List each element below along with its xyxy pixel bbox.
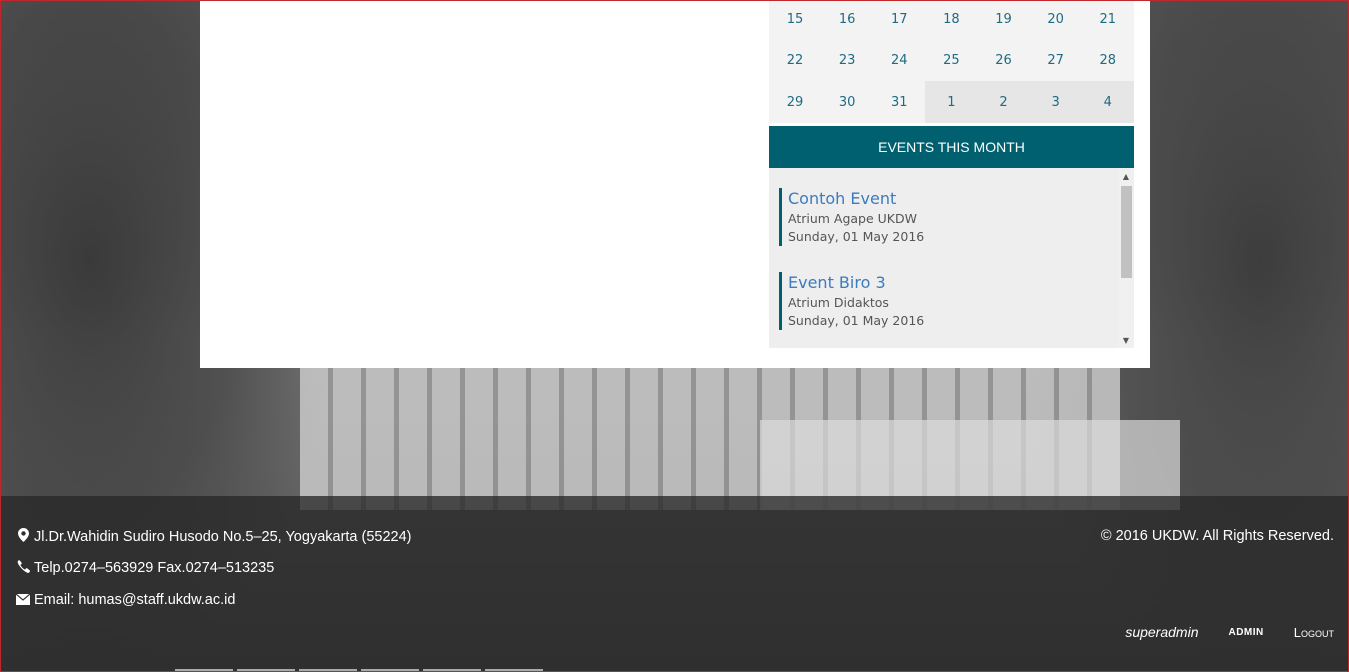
- calendar-day-next-month[interactable]: 3: [1029, 81, 1082, 123]
- event-item[interactable]: Event Biro 3 Atrium Didaktos Sunday, 01 …: [779, 272, 1118, 330]
- admin-role-badge: ADMIN: [1228, 626, 1264, 638]
- admin-username[interactable]: superadmin: [1125, 624, 1198, 640]
- calendar-day[interactable]: 31: [873, 81, 925, 123]
- calendar-day[interactable]: 22: [769, 39, 821, 81]
- calendar-day-next-month[interactable]: 2: [977, 81, 1030, 123]
- envelope-icon: [15, 593, 31, 608]
- calendar-day[interactable]: 16: [821, 0, 873, 39]
- calendar-day[interactable]: 26: [978, 39, 1030, 81]
- map-marker-icon: [16, 528, 30, 545]
- calendar-day[interactable]: 30: [821, 81, 873, 123]
- calendar-day-next-month[interactable]: 4: [1081, 81, 1134, 123]
- calendar-day[interactable]: 19: [978, 0, 1030, 39]
- calendar-week: 22 23 24 25 26 27 28: [769, 39, 1134, 81]
- event-item[interactable]: Contoh Event Atrium Agape UKDW Sunday, 0…: [779, 188, 1118, 246]
- phone-icon: [16, 560, 30, 576]
- event-title-link[interactable]: Contoh Event: [788, 188, 1118, 210]
- calendar-day[interactable]: 15: [769, 0, 821, 39]
- events-this-month-header: EVENTS THIS MONTH: [769, 126, 1134, 168]
- calendar-day[interactable]: 28: [1082, 39, 1134, 81]
- events-scrollbar[interactable]: ▲ ▼: [1118, 168, 1134, 348]
- calendar-week: 15 16 17 18 19 20 21: [769, 0, 1134, 39]
- footer-email-text[interactable]: Email: humas@staff.ukdw.ac.id: [34, 592, 235, 608]
- footer-address-text: Jl.Dr.Wahidin Sudiro Husodo No.5–25, Yog…: [34, 528, 412, 545]
- event-date: Sunday, 01 May 2016: [788, 229, 925, 244]
- calendar-day[interactable]: 20: [1030, 0, 1082, 39]
- footer-email: Email: humas@staff.ukdw.ac.id: [15, 592, 235, 608]
- calendar-day[interactable]: 24: [873, 39, 925, 81]
- footer-phone: Telp.0274–563929 Fax.0274–513235: [16, 560, 274, 576]
- calendar-day[interactable]: 21: [1082, 0, 1134, 39]
- calendar-day[interactable]: 29: [769, 81, 821, 123]
- calendar-day[interactable]: 17: [873, 0, 925, 39]
- event-location: Atrium Agape UKDW: [788, 211, 917, 226]
- calendar-grid: 15 16 17 18 19 20 21 22 23 24 25 26 27 2…: [769, 0, 1134, 123]
- scrollbar-thumb[interactable]: [1121, 186, 1132, 278]
- footer-phone-text: Telp.0274–563929 Fax.0274–513235: [34, 560, 275, 576]
- site-footer: Jl.Dr.Wahidin Sudiro Husodo No.5–25, Yog…: [0, 496, 1349, 672]
- calendar-day[interactable]: 18: [925, 0, 977, 39]
- footer-address: Jl.Dr.Wahidin Sudiro Husodo No.5–25, Yog…: [16, 528, 412, 545]
- event-date: Sunday, 01 May 2016: [788, 313, 925, 328]
- calendar-day[interactable]: 25: [925, 39, 977, 81]
- footer-copyright: © 2016 UKDW. All Rights Reserved.: [1100, 528, 1334, 544]
- scroll-up-arrow-icon[interactable]: ▲: [1118, 169, 1134, 183]
- scroll-down-arrow-icon[interactable]: ▼: [1118, 333, 1134, 347]
- calendar-day-next-month[interactable]: 1: [925, 81, 978, 123]
- logout-link[interactable]: Logout: [1294, 625, 1334, 640]
- calendar-day[interactable]: 27: [1030, 39, 1082, 81]
- event-title-link[interactable]: Event Biro 3: [788, 272, 1118, 294]
- admin-bar: superadmin ADMIN Logout: [1125, 624, 1334, 640]
- calendar-week: 29 30 31 1 2 3 4: [769, 81, 1134, 123]
- events-list[interactable]: Contoh Event Atrium Agape UKDW Sunday, 0…: [769, 168, 1134, 348]
- calendar-day[interactable]: 23: [821, 39, 873, 81]
- event-location: Atrium Didaktos: [788, 295, 889, 310]
